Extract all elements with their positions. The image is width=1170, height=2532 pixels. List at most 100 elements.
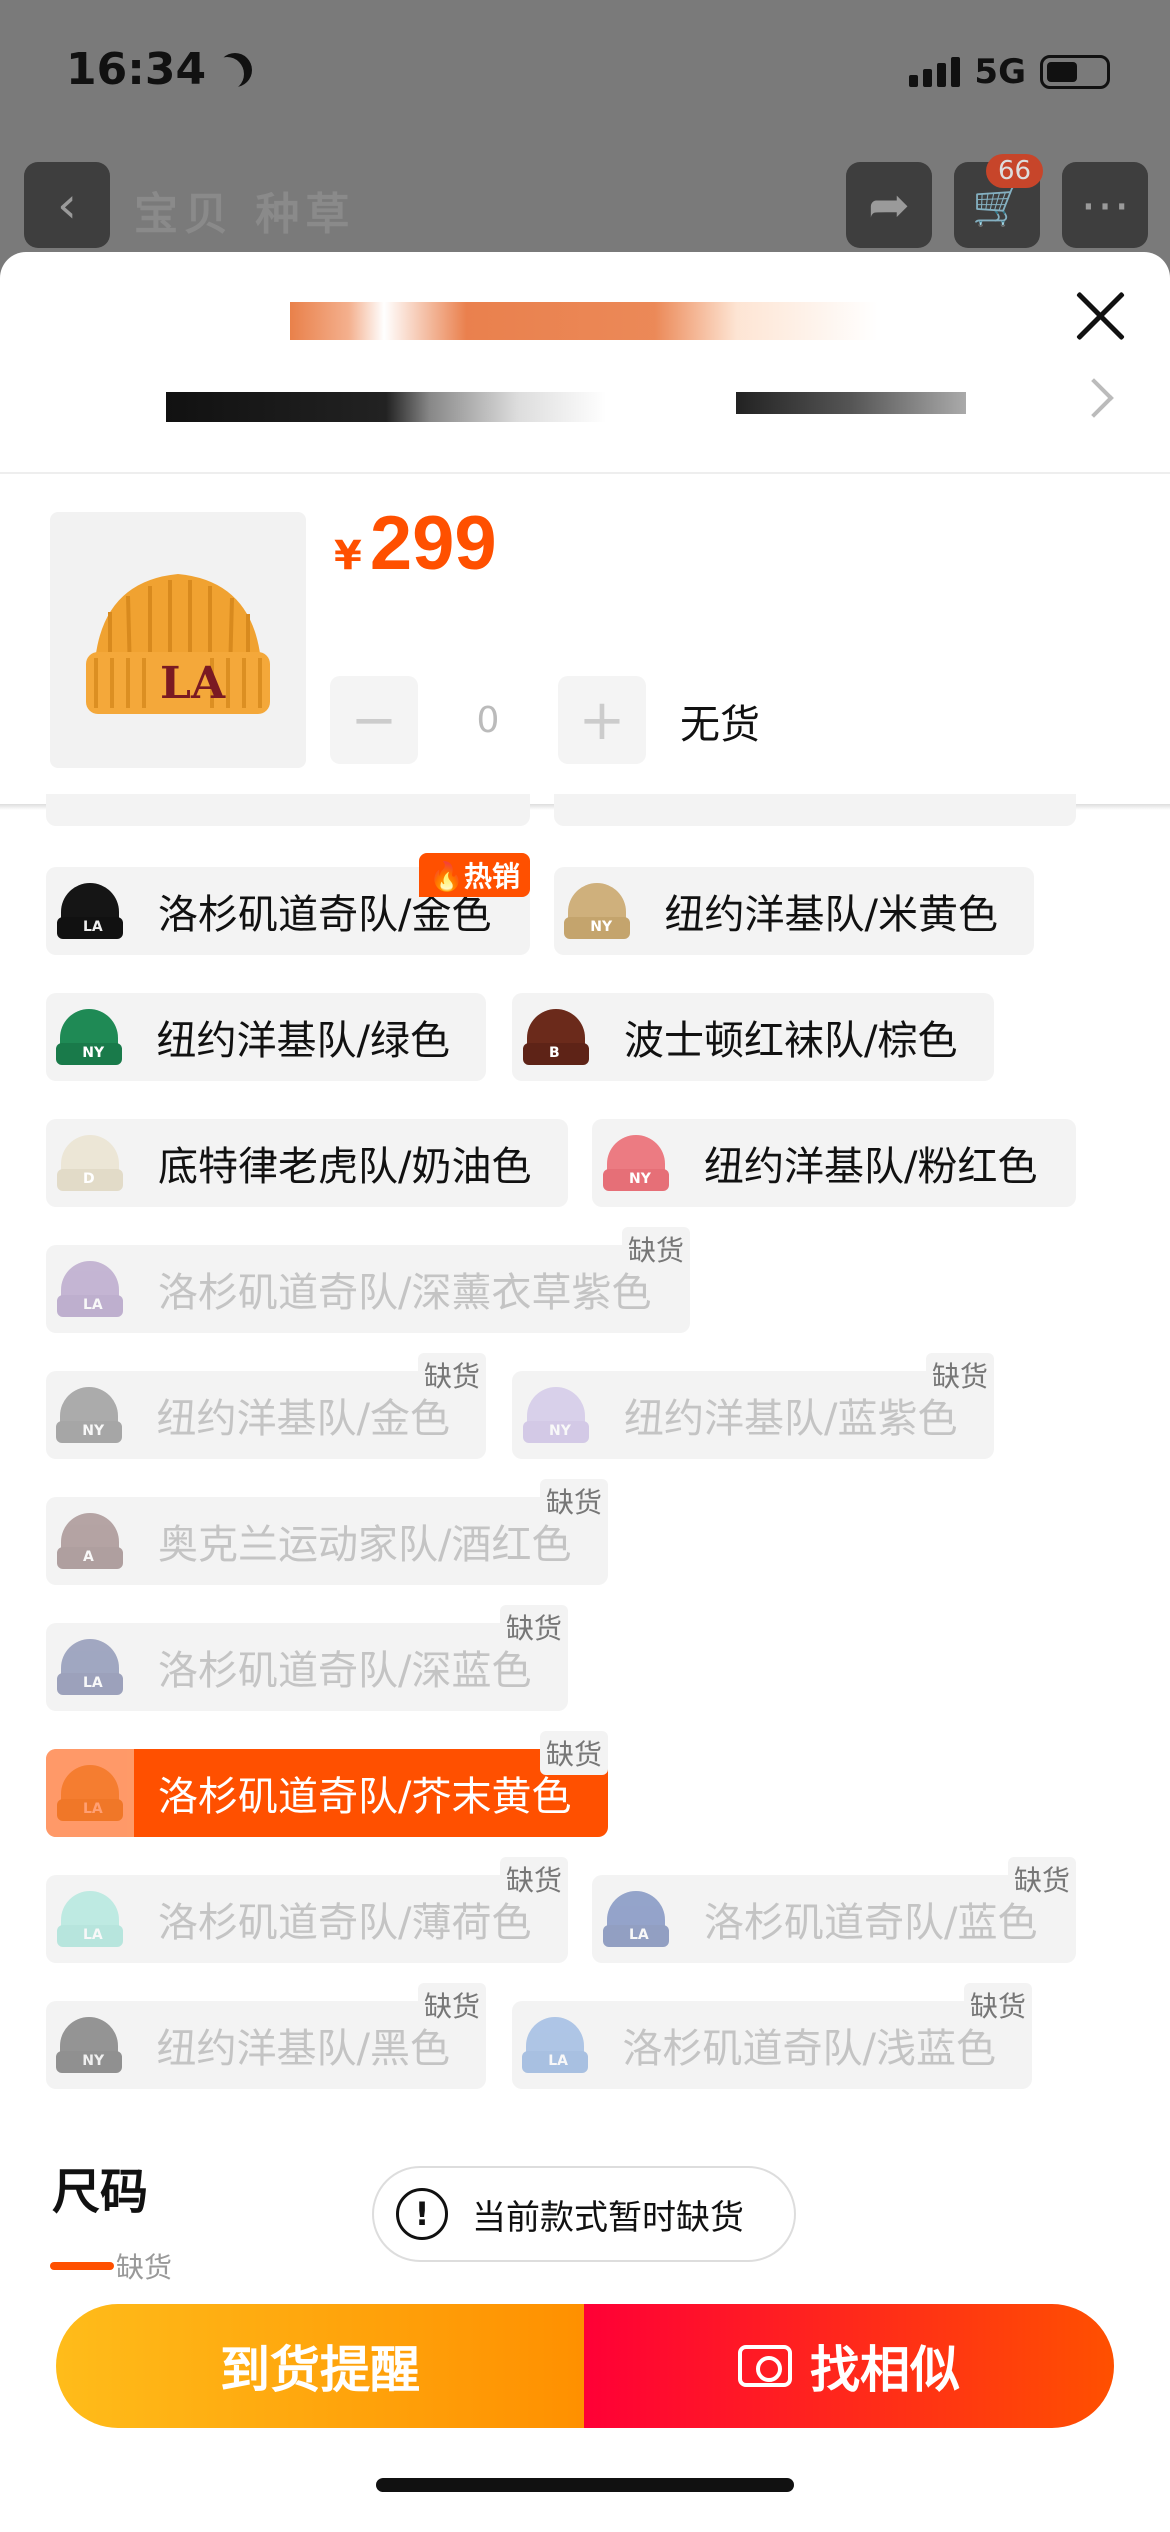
bottom-actions: 到货提醒 找相似 — [56, 2304, 1114, 2428]
color-option[interactable]: LA 洛杉矶道奇队/深蓝色 缺货 — [46, 1605, 568, 1711]
beanie-icon: NY — [603, 1135, 669, 1191]
currency-symbol: ¥ — [334, 533, 362, 579]
more-icon[interactable]: ⋯ — [1062, 162, 1148, 248]
beanie-icon: LA — [57, 883, 123, 939]
out-of-stock-badge: 缺货 — [417, 1983, 486, 2027]
home-indicator — [376, 2478, 794, 2492]
option-label: 纽约洋基队/绿色 — [156, 1018, 450, 1064]
beanie-icon: LA — [57, 1261, 123, 1317]
beanie-icon: NY — [56, 1009, 123, 1065]
out-of-stock-badge: 缺货 — [621, 1227, 690, 1271]
color-option[interactable]: A 奥克兰运动家队/酒红色 缺货 — [46, 1479, 608, 1585]
team-logo: LA — [629, 1927, 649, 1943]
team-logo: A — [83, 1549, 94, 1565]
beanie-icon: B — [523, 1009, 589, 1065]
color-option[interactable]: B 波士顿红袜队/棕色 — [512, 993, 994, 1081]
color-option[interactable]: LA 洛杉矶道奇队/浅蓝色 缺货 — [512, 1983, 1032, 2089]
option-label: 波士顿红袜队/棕色 — [624, 1018, 958, 1064]
beanie-icon: LA — [57, 1639, 123, 1695]
blurred-header-line-1 — [290, 302, 878, 340]
team-logo: NY — [590, 919, 613, 935]
price-value: 299 — [369, 501, 497, 586]
team-logo: NY — [82, 1423, 105, 1439]
svg-text:LA: LA — [160, 658, 226, 709]
option-hidden-left[interactable] — [46, 794, 530, 826]
color-option[interactable]: NY 纽约洋基队/蓝紫色 缺货 — [512, 1353, 994, 1459]
team-logo: NY — [82, 2053, 105, 2069]
blurred-header-line-2 — [166, 392, 606, 422]
moon-icon — [210, 57, 244, 91]
close-icon[interactable] — [1072, 288, 1128, 344]
toast-text: 当前款式暂时缺货 — [472, 2197, 744, 2238]
find-similar-button[interactable]: 找相似 — [584, 2304, 1114, 2428]
size-oos-badge: 缺货 — [116, 2251, 173, 2284]
beanie-icon: LA — [522, 2017, 589, 2073]
hat-thumbnail: NY — [512, 1371, 600, 1459]
color-option[interactable]: LA 洛杉矶道奇队/薄荷色 缺货 — [46, 1857, 568, 1963]
team-logo: LA — [83, 919, 103, 935]
color-option[interactable]: NY 纽约洋基队/米黄色 — [554, 867, 1034, 955]
option-label: 洛杉矶道奇队/芥末黄色 — [158, 1774, 572, 1820]
color-option[interactable]: LA 洛杉矶道奇队/金色 🔥热销 — [46, 853, 530, 955]
hat-thumbnail: NY — [554, 867, 641, 955]
out-of-stock-badge: 缺货 — [499, 1605, 568, 1649]
hat-thumbnail: A — [46, 1497, 134, 1585]
beanie-icon: NY — [564, 883, 631, 939]
beanie-icon: A — [57, 1513, 123, 1569]
hat-thumbnail: D — [46, 1119, 134, 1207]
find-similar-label: 找相似 — [810, 2341, 960, 2399]
arrival-reminder-button[interactable]: 到货提醒 — [56, 2304, 584, 2428]
team-logo: B — [549, 1045, 560, 1061]
background-nav: ‹ 宝贝 种草 ➦ 🛒 66 ⋯ — [0, 154, 1170, 252]
beanie-icon: NY — [56, 1387, 123, 1443]
beanie-icon: LA — [57, 1765, 123, 1821]
beanie-icon: NY — [523, 1387, 589, 1443]
share-icon[interactable]: ➦ — [846, 162, 932, 248]
color-option[interactable]: LA 洛杉矶道奇队/蓝色 缺货 — [592, 1857, 1076, 1963]
beanie-icon: LA — [603, 1891, 669, 1947]
increase-button[interactable]: + — [558, 676, 646, 764]
status-time: 16:34 — [66, 44, 250, 95]
color-option[interactable]: D 底特律老虎队/奶油色 — [46, 1119, 568, 1207]
beanie-icon: NY — [56, 2017, 123, 2073]
camera-icon — [738, 2345, 792, 2387]
color-option[interactable]: NY 纽约洋基队/金色 缺货 — [46, 1353, 486, 1459]
hat-thumbnail: LA — [46, 1875, 134, 1963]
hat-thumbnail: LA — [46, 1245, 134, 1333]
status-indicators: 5G — [909, 52, 1110, 92]
team-logo: NY — [82, 1045, 105, 1061]
hat-thumbnail: LA — [46, 1623, 134, 1711]
hot-sale-badge: 🔥热销 — [419, 853, 530, 897]
quantity-value[interactable]: 0 — [418, 700, 558, 741]
out-of-stock-badge: 缺货 — [963, 1983, 1032, 2027]
color-option[interactable]: NY 纽约洋基队/粉红色 — [592, 1119, 1076, 1207]
hat-thumbnail: NY — [46, 2001, 133, 2089]
option-label: 纽约洋基队/粉红色 — [704, 1144, 1038, 1190]
hat-thumbnail: LA — [592, 1875, 680, 1963]
color-option[interactable]: LA 洛杉矶道奇队/芥末黄色 缺货 — [46, 1731, 608, 1837]
color-option[interactable]: NY 纽约洋基队/黑色 缺货 — [46, 1983, 486, 2089]
option-label: 奥克兰运动家队/酒红色 — [158, 1522, 572, 1568]
back-icon[interactable]: ‹ — [24, 162, 110, 248]
product-image[interactable]: LA — [50, 512, 306, 768]
team-logo: LA — [83, 1675, 103, 1691]
battery-icon — [1040, 55, 1110, 89]
out-of-stock-badge: 缺货 — [539, 1731, 608, 1775]
out-of-stock-badge: 缺货 — [539, 1479, 608, 1523]
option-hidden-right[interactable] — [554, 794, 1076, 826]
color-option[interactable]: NY 纽约洋基队/绿色 — [46, 993, 486, 1081]
stock-status: 无货 — [680, 702, 760, 748]
sku-sheet: LA ¥ 299 − 0 + 无货 LA 洛杉矶道奇队/金色 🔥热销 NY 纽约洋基队/… — [0, 252, 1170, 2532]
chevron-right-icon[interactable] — [1074, 378, 1114, 418]
team-logo: NY — [629, 1171, 651, 1187]
team-logo: LA — [548, 2053, 569, 2069]
color-option[interactable]: LA 洛杉矶道奇队/深薰衣草紫色 缺货 — [46, 1227, 690, 1333]
header-divider — [0, 472, 1170, 474]
team-logo: LA — [83, 1927, 103, 1943]
option-label: 纽约洋基队/米黄色 — [664, 892, 998, 938]
decrease-button[interactable]: − — [330, 676, 418, 764]
team-logo: D — [83, 1171, 95, 1187]
out-of-stock-toast: ! 当前款式暂时缺货 — [372, 2166, 796, 2262]
blurred-header-line-3 — [736, 392, 966, 414]
cart-icon[interactable]: 🛒 66 — [954, 154, 1044, 248]
